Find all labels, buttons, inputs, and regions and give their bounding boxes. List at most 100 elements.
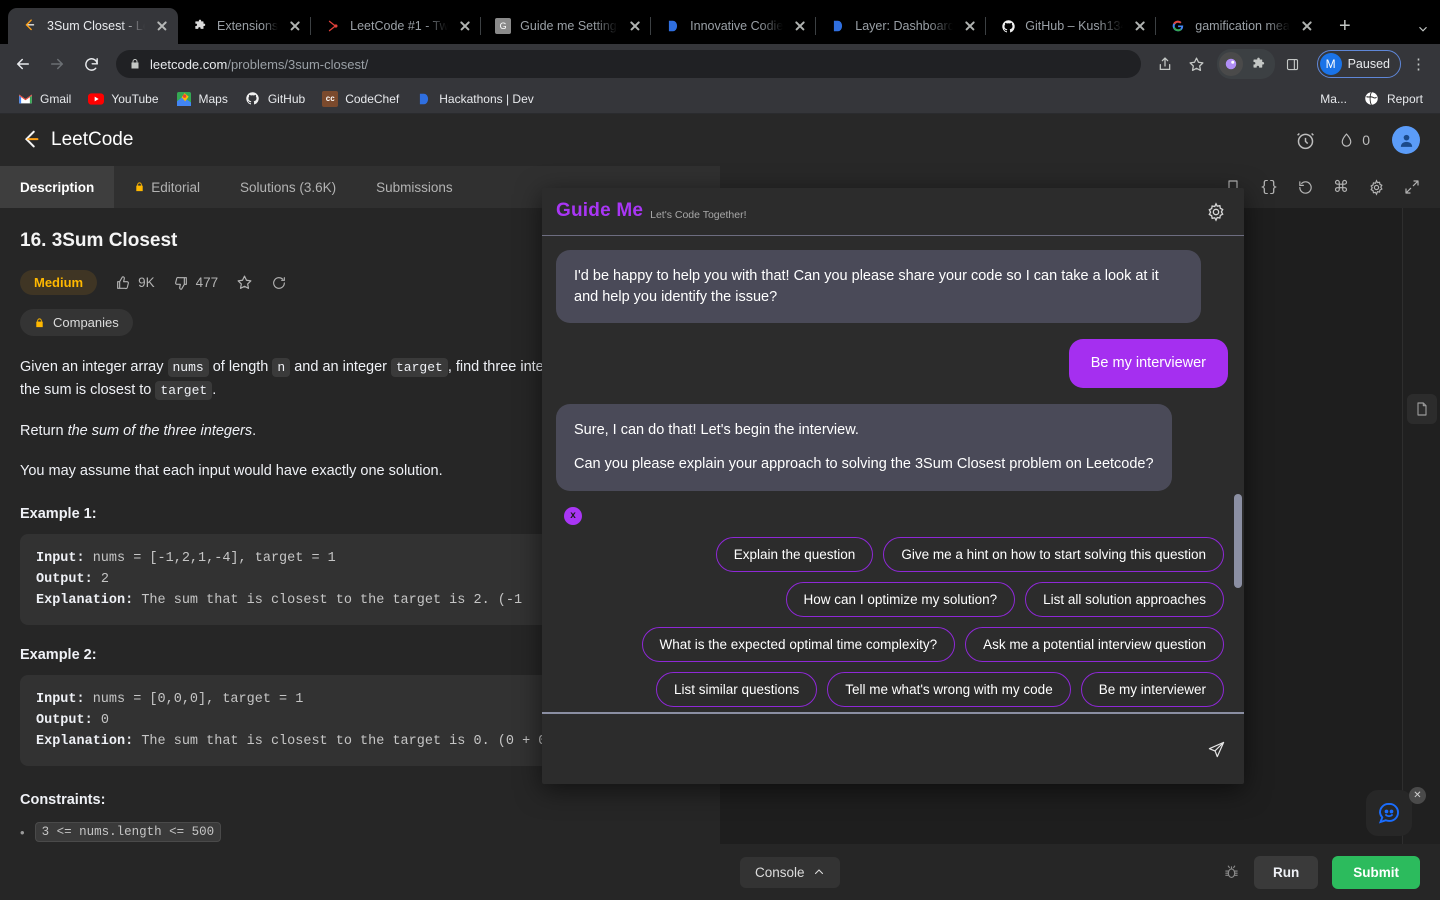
output-value: 2 — [92, 571, 109, 587]
layer-icon — [830, 18, 846, 34]
profile-button[interactable]: M Paused — [1316, 50, 1401, 78]
bookmark-github[interactable]: GitHub — [238, 87, 312, 111]
lock-icon — [34, 317, 45, 329]
chat-widget-close-icon[interactable]: ✕ — [1409, 787, 1426, 804]
bottom-bar-actions: Run Submit — [1223, 855, 1420, 889]
browser-tab-7[interactable]: gamification mea — [1156, 8, 1323, 44]
address-bar[interactable]: leetcode.com/problems/3sum-closest/ — [116, 50, 1141, 78]
suggestion-chip-optimize-my-solution[interactable]: How can I optimize my solution? — [785, 581, 1016, 617]
command-icon[interactable]: ⌘ — [1333, 177, 1349, 197]
gear-icon[interactable] — [1368, 178, 1385, 196]
favorite-star-icon[interactable] — [236, 274, 253, 291]
suggestion-chip-explain-the-question[interactable]: Explain the question — [715, 536, 874, 572]
chat-message-input[interactable] — [560, 741, 1193, 757]
extensions-puzzle-icon[interactable] — [1245, 50, 1273, 78]
bookmark-star-icon[interactable] — [1183, 50, 1211, 78]
suggestion-chip-optimal-time-complexity[interactable]: What is the expected optimal time comple… — [641, 626, 956, 662]
user-avatar[interactable] — [1392, 126, 1420, 154]
braces-icon[interactable]: {} — [1260, 179, 1278, 196]
new-tab-button[interactable]: + — [1331, 12, 1359, 40]
browser-tab-6[interactable]: GitHub – Kush134 — [986, 8, 1157, 44]
tab-description[interactable]: Description — [0, 166, 115, 208]
expand-icon[interactable] — [1404, 179, 1420, 195]
constraints-title: Constraints: — [20, 792, 106, 809]
bookmark-hackathons[interactable]: Hackathons | Dev — [409, 87, 541, 111]
constraint-item: 3 <= nums.length <= 500 — [20, 822, 700, 843]
console-label: Console — [755, 864, 805, 880]
output-label: Output: — [36, 713, 93, 729]
console-toggle-button[interactable]: Console — [740, 856, 840, 888]
github-icon — [1000, 18, 1016, 34]
close-icon[interactable] — [962, 18, 978, 34]
bookmark-report[interactable]: Report — [1357, 87, 1430, 111]
browser-tab-1[interactable]: Extensions — [178, 8, 312, 44]
share-icon[interactable] — [1151, 50, 1179, 78]
dislikes-button[interactable]: 477 — [173, 275, 218, 291]
undo-icon[interactable] — [1297, 179, 1314, 196]
tab-title: LeetCode #1 - Tw — [350, 19, 449, 33]
close-icon[interactable] — [457, 18, 473, 34]
chrome-menu-icon[interactable]: ⋮ — [1405, 57, 1432, 72]
suggestion-chip-list-all-solution-approaches[interactable]: List all solution approaches — [1025, 581, 1224, 617]
bookmark-youtube[interactable]: YouTube — [81, 87, 165, 111]
lock-icon — [129, 58, 141, 70]
browser-tab-2[interactable]: LeetCode #1 - Tw — [311, 8, 482, 44]
text-run: the sum is closest to — [20, 382, 156, 399]
close-icon[interactable] — [287, 18, 303, 34]
side-panel-icon[interactable] — [1279, 50, 1307, 78]
browser-tab-5[interactable]: Layer: Dashboard — [816, 8, 987, 44]
guide-me-settings-gear-icon[interactable] — [1206, 202, 1226, 222]
suggestion-chip-list-similar-questions[interactable]: List similar questions — [656, 671, 818, 707]
close-icon[interactable] — [627, 18, 643, 34]
bookmark-label: YouTube — [111, 91, 159, 106]
close-icon[interactable] — [1132, 18, 1148, 34]
bookmark-gmail[interactable]: Gmail — [10, 87, 78, 111]
suggestions-close-button[interactable]: x — [564, 506, 582, 525]
conversation-scrollbar[interactable] — [1234, 494, 1242, 588]
debug-bug-icon[interactable] — [1223, 864, 1240, 881]
suggestion-chip-be-my-interviewer[interactable]: Be my interviewer — [1080, 671, 1224, 707]
browser-tab-4[interactable]: Innovative Codie — [651, 8, 817, 44]
run-button[interactable]: Run — [1254, 855, 1319, 889]
reload-button[interactable] — [76, 49, 106, 79]
tab-submissions[interactable]: Submissions — [356, 166, 473, 208]
browser-tab-0[interactable]: 3Sum Closest - Le — [8, 8, 178, 44]
guide-me-conversation[interactable]: I'd be happy to help you with that! Can … — [542, 236, 1244, 712]
bookmark-ma[interactable]: Ma... — [1313, 88, 1354, 110]
browser-tab-3[interactable]: G Guide me Settings — [481, 8, 652, 44]
tab-solutions[interactable]: Solutions (3.6K) — [220, 166, 356, 208]
page-viewport: LeetCode 0 Description Editorial Solutio… — [0, 114, 1440, 900]
input-value: nums = [0,0,0], target = 1 — [84, 692, 304, 708]
right-edge-strip — [1402, 208, 1440, 844]
close-icon[interactable] — [154, 18, 170, 34]
companies-badge[interactable]: Companies — [20, 309, 133, 336]
suggestion-chip-whats-wrong-with-my-code[interactable]: Tell me what's wrong with my code — [827, 671, 1071, 707]
bookmark-codechef[interactable]: cc CodeChef — [315, 87, 406, 111]
leetcode-logo[interactable]: LeetCode — [20, 129, 133, 151]
text-run: . — [212, 382, 217, 399]
code-target: target — [391, 358, 448, 377]
message-bubble: Sure, I can do that! Let's begin the int… — [556, 403, 1172, 491]
submit-button[interactable]: Submit — [1332, 855, 1420, 889]
message-bubble: I'd be happy to help you with that! Can … — [556, 250, 1201, 324]
suggestion-chip-ask-interview-question[interactable]: Ask me a potential interview question — [965, 626, 1224, 662]
send-icon[interactable] — [1207, 740, 1226, 759]
notes-document-icon[interactable] — [1406, 394, 1437, 424]
chat-widget-button[interactable] — [1366, 790, 1412, 836]
guide-me-input-row — [542, 712, 1244, 784]
suggestion-chip-give-me-a-hint[interactable]: Give me a hint on how to start solving t… — [883, 536, 1224, 572]
likes-button[interactable]: 9K — [115, 275, 155, 291]
guide-me-extension-icon[interactable] — [1218, 52, 1243, 76]
tab-search-chevron-icon[interactable] — [1416, 22, 1430, 36]
tab-title: GitHub – Kush134 — [1025, 19, 1124, 33]
back-button[interactable] — [8, 49, 38, 79]
forward-button[interactable] — [42, 49, 72, 79]
tab-editorial[interactable]: Editorial — [114, 166, 220, 208]
bookmark-maps[interactable]: Maps — [169, 87, 235, 111]
share-refresh-icon[interactable] — [271, 275, 287, 291]
timer-icon[interactable] — [1295, 130, 1316, 151]
input-label: Input: — [36, 692, 85, 708]
close-icon[interactable] — [1299, 18, 1315, 34]
streak-counter[interactable]: 0 — [1338, 131, 1370, 150]
close-icon[interactable] — [792, 18, 808, 34]
